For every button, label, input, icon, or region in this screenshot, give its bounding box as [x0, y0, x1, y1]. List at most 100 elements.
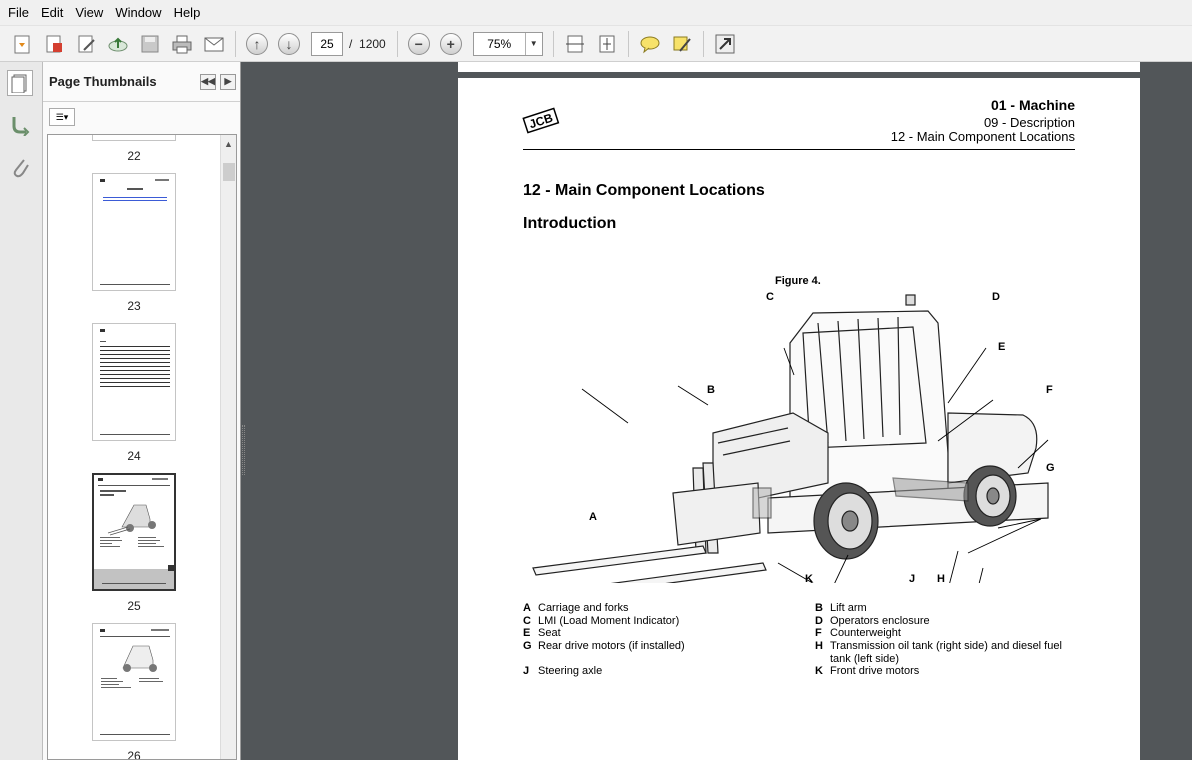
- legend-key: D: [815, 615, 823, 627]
- zoom-in-icon[interactable]: +: [437, 30, 465, 58]
- toolbar-separator: [396, 30, 398, 57]
- menu-edit[interactable]: Edit: [35, 0, 69, 26]
- next-page-icon[interactable]: ↓: [275, 30, 303, 58]
- edit-pdf-icon[interactable]: [72, 30, 100, 58]
- callout-j: J: [909, 573, 916, 585]
- thumbnails-panel: Page Thumbnails ◀◀ ▶ ☰▾ 22 23 24 25 26 ▲: [43, 62, 241, 760]
- thumbnail-page-22[interactable]: [92, 135, 176, 141]
- legend-item: B Lift arm: [815, 602, 867, 614]
- header-subtitle: 12 - Main Component Locations: [890, 129, 1075, 144]
- header-rule: [523, 149, 1075, 150]
- thumbnail-page-26[interactable]: [92, 623, 176, 741]
- menu-file[interactable]: File: [2, 0, 35, 26]
- thumbnail-label: 24: [127, 449, 141, 463]
- legend-text: Carriage and forks: [538, 602, 629, 614]
- callout-c: C: [766, 291, 774, 303]
- page-separator: / 1200: [349, 37, 386, 51]
- zoom-select[interactable]: 75% ▼: [472, 31, 543, 56]
- legend-item: J Steering axle: [523, 665, 602, 677]
- callout-k: K: [805, 573, 813, 585]
- page-thumbnails-icon[interactable]: [7, 70, 33, 96]
- upload-cloud-icon[interactable]: [104, 30, 132, 58]
- legend-key: J: [523, 665, 530, 677]
- toolbar-separator: [627, 30, 629, 57]
- legend-item: K Front drive motors: [815, 665, 919, 677]
- callout-h: H: [937, 573, 945, 585]
- legend-item: H Transmission oil tank (right side) and …: [815, 640, 1062, 652]
- scrollbar-thumb[interactable]: [223, 163, 235, 181]
- legend-text: LMI (Load Moment Indicator): [538, 615, 680, 627]
- legend-text: Transmission oil tank (right side) and d…: [830, 640, 1062, 652]
- menu-bar: File Edit View Window Help: [0, 0, 1192, 26]
- thumbnail-label: 25: [127, 599, 141, 613]
- legend-key: E: [523, 627, 531, 639]
- callout-e: E: [998, 341, 1006, 353]
- thumbnail-label: 22: [127, 149, 141, 163]
- menu-window[interactable]: Window: [109, 0, 167, 26]
- menu-help[interactable]: Help: [168, 0, 207, 26]
- thumbnail-options-menu-icon[interactable]: ☰▾: [49, 108, 75, 126]
- expand-panel-icon[interactable]: ▶: [220, 73, 236, 90]
- thumbnail-label: 26: [127, 749, 141, 760]
- legend-text: Lift arm: [830, 602, 867, 614]
- panel-title: Page Thumbnails: [49, 74, 157, 89]
- full-screen-icon[interactable]: [711, 30, 739, 58]
- legend-text: Front drive motors: [830, 665, 920, 677]
- zoom-out-icon[interactable]: −: [405, 30, 433, 58]
- navigation-rail: [0, 62, 43, 760]
- legend-text: Counterweight: [830, 627, 901, 639]
- zoom-value: 75%: [487, 36, 512, 51]
- save-icon[interactable]: [136, 30, 164, 58]
- legend-item: D Operators enclosure: [815, 615, 930, 627]
- collapse-panel-icon[interactable]: ◀◀: [200, 73, 216, 90]
- legend-text: Rear drive motors (if installed): [538, 640, 685, 652]
- thumbnail-page-25-selected[interactable]: [92, 473, 176, 591]
- attachments-icon[interactable]: [7, 154, 33, 180]
- callout-d: D: [992, 291, 1000, 303]
- thumbnail-list[interactable]: 22 23 24 25 26 ▲: [47, 134, 237, 760]
- legend-item: F Counterweight: [815, 627, 901, 639]
- callout-g: G: [1046, 462, 1055, 474]
- previous-page-icon[interactable]: ↑: [243, 30, 271, 58]
- document-page: JCB 01 - Machine 09 - Description 12 - M…: [458, 78, 1140, 760]
- header-title: 01 - Machine: [990, 97, 1075, 113]
- thumbnail-page-24[interactable]: [92, 323, 176, 441]
- thumbnail-scrollbar[interactable]: ▲: [220, 135, 236, 759]
- page-number-input[interactable]: 25: [311, 31, 343, 56]
- thumbnail-page-23[interactable]: [92, 173, 176, 291]
- legend-item-continued: tank (left side): [830, 653, 900, 665]
- callout-b: B: [707, 384, 715, 396]
- legend-key: C: [523, 615, 531, 627]
- highlight-icon[interactable]: [668, 30, 696, 58]
- page-total: 1200: [359, 36, 386, 51]
- fit-width-icon[interactable]: [561, 30, 589, 58]
- email-icon[interactable]: [200, 30, 228, 58]
- forklift-illustration: [532, 294, 1049, 583]
- legend-key: G: [523, 640, 532, 652]
- menu-view[interactable]: View: [69, 0, 109, 26]
- chevron-down-icon[interactable]: ▼: [524, 32, 542, 55]
- bookmarks-icon[interactable]: [7, 112, 33, 138]
- legend-key: K: [815, 665, 823, 677]
- toolbar: ↑ ↓ 25 / 1200 − + 75% ▼: [0, 26, 1192, 62]
- legend-text: Seat: [538, 627, 561, 639]
- toolbar-separator: [235, 30, 236, 57]
- legend-text: Operators enclosure: [830, 615, 930, 627]
- legend-item: E Seat: [523, 627, 561, 639]
- callout-a: A: [589, 511, 597, 523]
- create-pdf-icon[interactable]: [8, 30, 36, 58]
- panel-controls: ◀◀ ▶: [196, 73, 236, 90]
- thumbnail-label: 23: [127, 299, 141, 313]
- combine-files-icon[interactable]: [40, 30, 68, 58]
- fit-page-icon[interactable]: [593, 30, 621, 58]
- callout-f: F: [1046, 384, 1053, 396]
- comment-icon[interactable]: [636, 30, 664, 58]
- toolbar-separator: [702, 30, 704, 57]
- panel-resize-handle[interactable]: [242, 425, 245, 475]
- print-icon[interactable]: [168, 30, 196, 58]
- section-subheading: Introduction: [523, 215, 617, 232]
- chevron-up-icon[interactable]: ▲: [224, 139, 233, 149]
- legend-key: A: [523, 602, 531, 614]
- toolbar-separator: [552, 30, 554, 57]
- legend-item: A Carriage and forks: [523, 602, 629, 614]
